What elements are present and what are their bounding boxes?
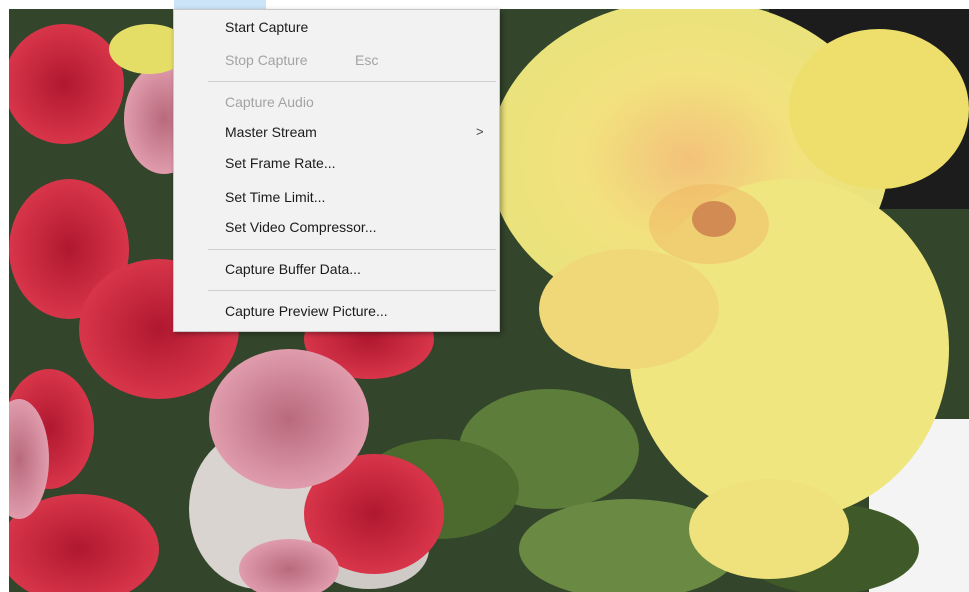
capture-preview-picture-item[interactable]: Capture Preview Picture... — [175, 299, 498, 324]
capture-audio-label: Capture Audio — [225, 94, 314, 110]
master-stream-label: Master Stream — [225, 124, 317, 140]
menu-bar — [0, 0, 969, 9]
menu-bar-item-4[interactable] — [282, 0, 362, 9]
stop-capture-shortcut: Esc — [355, 52, 379, 68]
capture-dropdown-menu: Start Capture Stop Capture Esc Capture A… — [173, 9, 500, 332]
capture-audio-item: Capture Audio — [175, 90, 498, 115]
menu-bar-item-2[interactable] — [92, 0, 162, 9]
menu-bar-item-1[interactable] — [18, 0, 78, 9]
master-stream-item[interactable]: Master Stream > — [175, 120, 498, 145]
window-edge — [0, 9, 9, 592]
capture-preview-picture-label: Capture Preview Picture... — [225, 303, 388, 319]
set-time-limit-label: Set Time Limit... — [225, 189, 326, 205]
set-frame-rate-item[interactable]: Set Frame Rate... — [175, 151, 498, 176]
set-video-compressor-label: Set Video Compressor... — [225, 219, 377, 235]
submenu-arrow-icon: > — [476, 124, 484, 139]
set-frame-rate-label: Set Frame Rate... — [225, 155, 336, 171]
start-capture-item[interactable]: Start Capture — [175, 15, 498, 40]
menu-bar-item-capture-open[interactable] — [174, 0, 266, 9]
set-video-compressor-item[interactable]: Set Video Compressor... — [175, 215, 498, 240]
menu-separator — [208, 81, 496, 82]
stop-capture-label: Stop Capture — [225, 52, 308, 68]
start-capture-label: Start Capture — [225, 19, 309, 35]
stop-capture-item: Stop Capture Esc — [175, 48, 498, 73]
menu-separator — [208, 249, 496, 250]
capture-buffer-data-item[interactable]: Capture Buffer Data... — [175, 257, 498, 282]
set-time-limit-item[interactable]: Set Time Limit... — [175, 185, 498, 210]
menu-separator — [208, 290, 496, 291]
capture-buffer-data-label: Capture Buffer Data... — [225, 261, 361, 277]
